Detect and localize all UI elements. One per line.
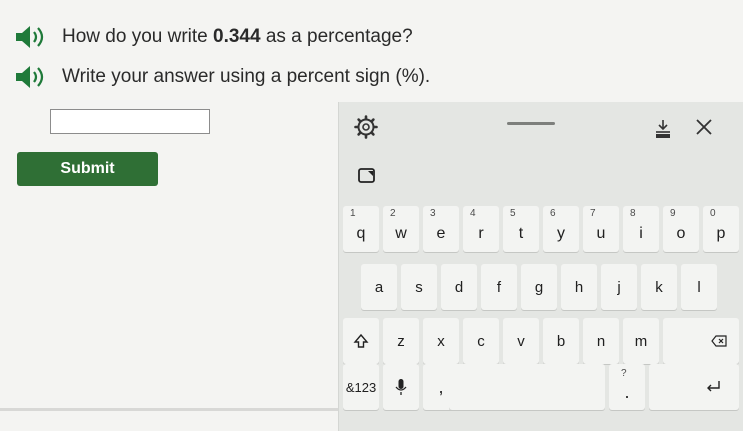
submit-button[interactable]: Submit [17, 152, 158, 186]
key-g[interactable]: g [521, 264, 557, 310]
answer-input[interactable] [50, 109, 210, 134]
enter-key[interactable] [649, 364, 739, 410]
key-number: 3 [430, 208, 436, 219]
key-y[interactable]: 6y [543, 206, 579, 252]
key-letter: r [478, 225, 484, 242]
on-screen-keyboard: 1q 2w 3e 4r 5t 6y 7u 8i 9o 0p a s d f g … [338, 102, 743, 431]
key-i[interactable]: 8i [623, 206, 659, 252]
key-f[interactable]: f [481, 264, 517, 310]
key-h[interactable]: h [561, 264, 597, 310]
key-l[interactable]: l [681, 264, 717, 310]
speaker-icon[interactable] [14, 64, 48, 90]
key-letter: p [716, 225, 726, 242]
key-r[interactable]: 4r [463, 206, 499, 252]
question-number: 0.344 [213, 26, 261, 47]
symbols-key[interactable]: &123 [343, 364, 379, 410]
key-b[interactable]: b [543, 318, 579, 364]
key-e[interactable]: 3e [423, 206, 459, 252]
space-key[interactable] [449, 364, 605, 410]
key-o[interactable]: 9o [663, 206, 699, 252]
key-number: 8 [630, 208, 636, 219]
question-line-2: Write your answer using a percent sign (… [14, 64, 430, 90]
close-icon[interactable] [691, 114, 717, 140]
period-key-hint: ? [621, 368, 627, 379]
key-x[interactable]: x [423, 318, 459, 364]
microphone-key[interactable] [383, 364, 419, 410]
gear-icon[interactable] [353, 114, 379, 140]
backspace-icon [711, 335, 727, 347]
backspace-key[interactable] [663, 318, 739, 364]
period-key-symbol: . [624, 381, 630, 402]
key-u[interactable]: 7u [583, 206, 619, 252]
paintbrush-icon[interactable] [357, 166, 377, 186]
key-letter: y [557, 225, 565, 242]
key-number: 0 [710, 208, 716, 219]
key-number: 7 [590, 208, 596, 219]
dock-icon[interactable] [653, 118, 673, 140]
key-number: 1 [350, 208, 356, 219]
key-q[interactable]: 1q [343, 206, 379, 252]
keyboard-toolbar [339, 102, 743, 164]
key-m[interactable]: m [623, 318, 659, 364]
question-text-start: How do you write [62, 26, 214, 47]
key-number: 9 [670, 208, 676, 219]
key-z[interactable]: z [383, 318, 419, 364]
speaker-icon[interactable] [14, 24, 48, 50]
enter-icon [707, 381, 720, 392]
key-d[interactable]: d [441, 264, 477, 310]
key-n[interactable]: n [583, 318, 619, 364]
microphone-icon [395, 379, 407, 395]
key-letter: t [518, 225, 524, 242]
key-w[interactable]: 2w [383, 206, 419, 252]
key-letter: w [395, 225, 407, 242]
key-number: 6 [550, 208, 556, 219]
key-k[interactable]: k [641, 264, 677, 310]
period-key[interactable]: ? . [609, 364, 645, 410]
key-letter: o [676, 225, 686, 242]
key-v[interactable]: v [503, 318, 539, 364]
drag-handle[interactable] [507, 122, 555, 125]
question-text-end: as a percentage? [260, 26, 413, 47]
key-j[interactable]: j [601, 264, 637, 310]
key-c[interactable]: c [463, 318, 499, 364]
key-p[interactable]: 0p [703, 206, 739, 252]
question-line-1: How do you write 0.344 as a percentage? [14, 24, 413, 50]
key-a[interactable]: a [361, 264, 397, 310]
key-letter: u [596, 225, 606, 242]
shift-icon [353, 333, 369, 348]
key-letter: i [639, 225, 643, 242]
key-t[interactable]: 5t [503, 206, 539, 252]
key-number: 4 [470, 208, 476, 219]
shift-key[interactable] [343, 318, 379, 364]
key-number: 5 [510, 208, 516, 219]
key-number: 2 [390, 208, 396, 219]
instruction-text: Write your answer using a percent sign (… [62, 66, 431, 87]
question-text: How do you write 0.344 as a percentage? [62, 26, 413, 48]
key-s[interactable]: s [401, 264, 437, 310]
key-letter: e [436, 225, 446, 242]
key-letter: q [356, 225, 366, 242]
